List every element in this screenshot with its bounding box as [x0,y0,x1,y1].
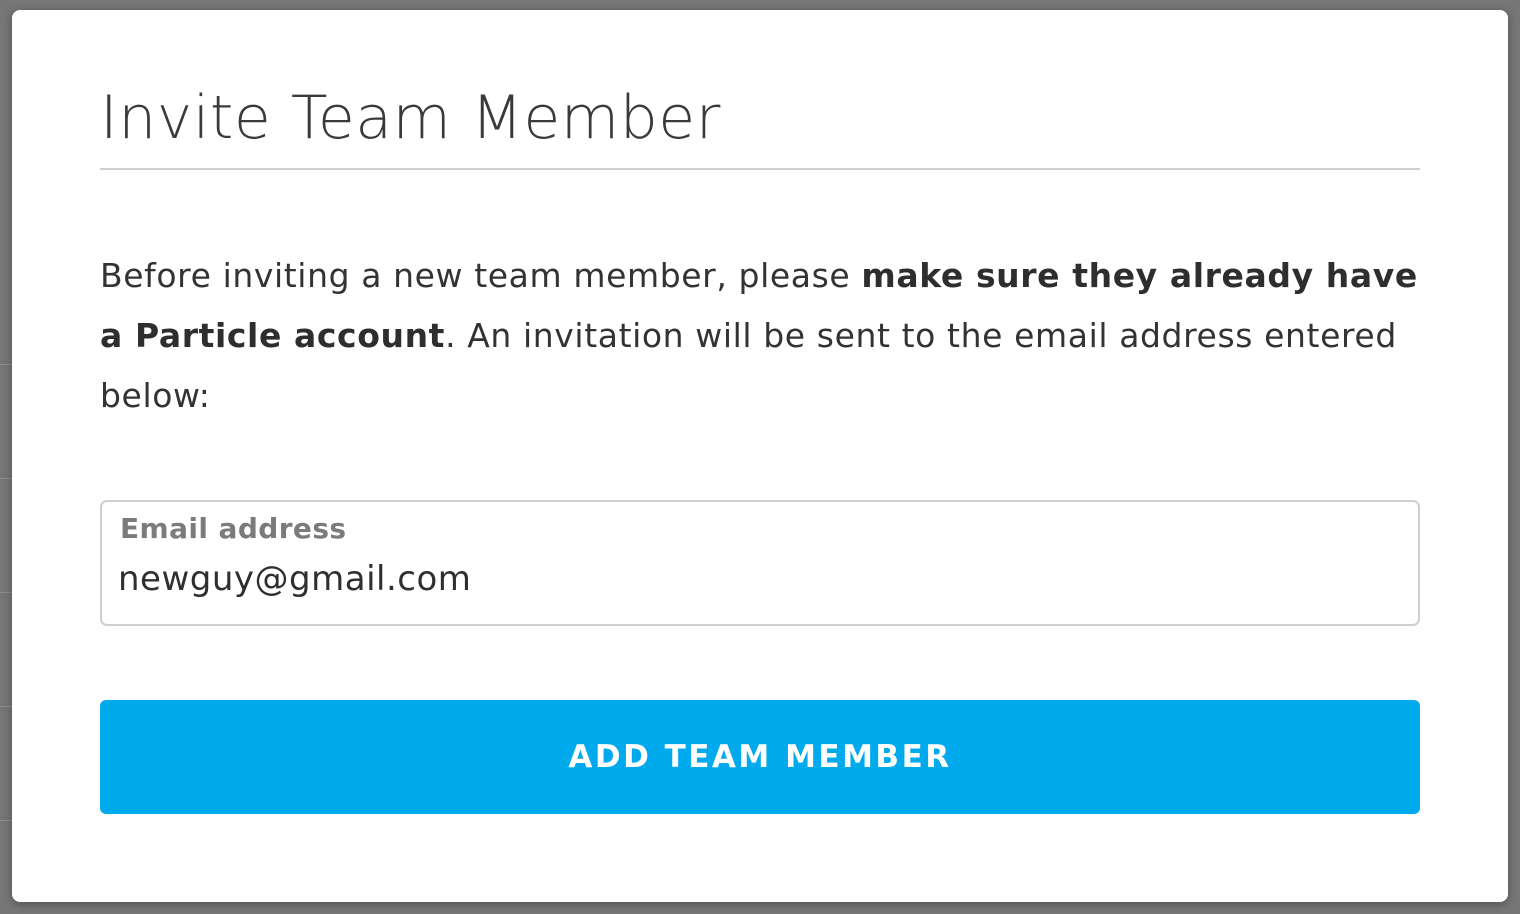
email-input[interactable] [118,554,1398,604]
background-divider [0,820,12,821]
email-field-label: Email address [120,512,347,545]
description-text: Before inviting a new team member, pleas… [100,256,862,295]
invite-team-member-modal: Invite Team Member Before inviting a new… [12,10,1508,902]
invite-description: Before inviting a new team member, pleas… [100,246,1420,426]
title-divider [100,168,1420,170]
background-divider [0,592,12,593]
background-divider [0,478,12,479]
modal-title: Invite Team Member [100,83,721,153]
add-team-member-button[interactable]: ADD TEAM MEMBER [100,700,1420,814]
background-divider [0,364,12,365]
background-divider [0,706,12,707]
email-field[interactable]: Email address [100,500,1420,626]
